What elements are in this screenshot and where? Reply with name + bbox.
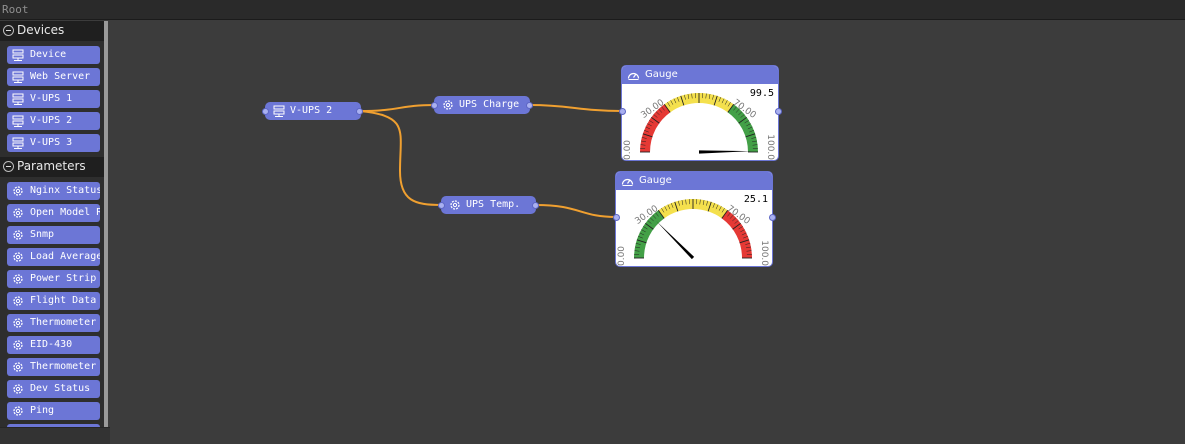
gear-icon	[12, 273, 24, 285]
gauge-scale-label: 0.00	[617, 246, 627, 266]
breadcrumb-bar: Root	[0, 0, 1185, 20]
node-vups2[interactable]: V-UPS 2	[265, 102, 361, 120]
wire-charge-gauge1	[530, 105, 622, 111]
gauge-node-charge[interactable]: Gauge99.530.0070.000.00100.00	[622, 66, 778, 160]
sidebar-parameter-item[interactable]: EID-430	[7, 336, 100, 354]
input-port[interactable]	[262, 108, 269, 115]
node-label: V-UPS 2	[290, 105, 332, 116]
gear-icon	[12, 383, 24, 395]
sidebar-device-item[interactable]: Device	[7, 46, 100, 64]
sidebar-item-label: Thermometer	[30, 361, 96, 372]
speedometer-icon	[621, 175, 634, 187]
node-ups-charge[interactable]: UPS Charge	[434, 96, 530, 114]
sidebar-device-item[interactable]: V-UPS 2	[7, 112, 100, 130]
gauge-header[interactable]: Gauge	[616, 172, 772, 190]
gauge-header[interactable]: Gauge	[622, 66, 778, 84]
gauge-scale-label: 100.00	[765, 134, 775, 160]
gauge-needle	[699, 150, 751, 153]
server-icon	[12, 71, 24, 83]
sidebar-item-label: Device	[30, 49, 66, 60]
gear-icon	[12, 361, 24, 373]
gear-icon	[449, 199, 461, 211]
sidebar-item-label: V-UPS 3	[30, 137, 72, 148]
sidebar-parameter-item[interactable]: Ping	[7, 402, 100, 420]
gauge-scale-label: 100.00	[759, 240, 769, 266]
collapse-icon[interactable]	[3, 161, 14, 172]
gear-icon	[12, 317, 24, 329]
sidebar-item-label: EID-430	[30, 339, 72, 350]
sidebar-parameter-item[interactable]: Dev Status	[7, 380, 100, 398]
gauge-title: Gauge	[645, 69, 678, 80]
sidebar-parameter-item[interactable]: Thermometer Te	[7, 314, 100, 332]
gauge-title: Gauge	[639, 175, 672, 186]
parameters-section-title: Parameters	[17, 159, 86, 173]
server-icon	[12, 49, 24, 61]
node-canvas[interactable]: V-UPS 2 UPS Charge UPS Temp. Gauge99.530…	[110, 21, 1185, 443]
gear-icon	[442, 99, 454, 111]
gear-icon	[12, 229, 24, 241]
server-icon	[12, 137, 24, 149]
gear-icon	[12, 207, 24, 219]
gauge-dial: 30.0070.000.00100.00	[616, 190, 772, 266]
output-port[interactable]	[526, 102, 533, 109]
sidebar-item-label: V-UPS 2	[30, 115, 72, 126]
output-port[interactable]	[356, 108, 363, 115]
sidebar-item-label: Thermometer Te	[30, 317, 100, 328]
node-label: UPS Charge	[459, 99, 519, 110]
gauge-output-port[interactable]	[775, 108, 782, 115]
gear-icon	[12, 185, 24, 197]
sidebar-device-item[interactable]: V-UPS 3	[7, 134, 100, 152]
sidebar-parameter-item[interactable]: Thermometer	[7, 358, 100, 376]
parameters-section-header[interactable]: Parameters	[0, 157, 106, 177]
breadcrumb[interactable]: Root	[2, 3, 29, 16]
gauge-input-port[interactable]	[619, 108, 626, 115]
sidebar: Devices Parameters Device Web Server V-UPS…	[0, 21, 108, 427]
input-port[interactable]	[431, 102, 438, 109]
gauge-needle	[656, 221, 694, 259]
sidebar-item-label: Nginx Status	[30, 185, 100, 196]
gauge-scale-label: 0.00	[623, 140, 633, 160]
sidebar-item-label: Open Model Ra	[30, 207, 100, 218]
gear-icon	[12, 339, 24, 351]
sidebar-parameter-item[interactable]: Flight Data	[7, 292, 100, 310]
gear-icon	[12, 251, 24, 263]
gauge-output-port[interactable]	[769, 214, 776, 221]
sidebar-item-label: Ping	[30, 405, 54, 416]
sidebar-parameter-item[interactable]: Nginx Status	[7, 182, 100, 200]
sidebar-item-label: Web Server	[30, 71, 90, 82]
devices-section-title: Devices	[17, 23, 64, 37]
speedometer-icon	[627, 69, 640, 81]
sidebar-parameter-item[interactable]: Open Model Ra	[7, 204, 100, 222]
server-icon	[12, 115, 24, 127]
gear-icon	[12, 405, 24, 417]
sidebar-item-label: Snmp	[30, 229, 54, 240]
sidebar-item-label: Flight Data	[30, 295, 96, 306]
collapse-icon[interactable]	[3, 25, 14, 36]
sidebar-scrollbar[interactable]	[104, 21, 108, 427]
node-label: UPS Temp.	[466, 199, 520, 210]
gauge-node-temp[interactable]: Gauge25.130.0070.000.00100.00	[616, 172, 772, 266]
gear-icon	[12, 295, 24, 307]
node-ups-temp[interactable]: UPS Temp.	[441, 196, 536, 214]
wire-vups2-charge	[360, 105, 434, 111]
wire-temp-gauge2	[536, 205, 616, 217]
sidebar-parameter-item[interactable]: Load Average	[7, 248, 100, 266]
sidebar-item-label: Load Average	[30, 251, 100, 262]
input-port[interactable]	[438, 202, 445, 209]
sidebar-item-label: V-UPS 1	[30, 93, 72, 104]
sidebar-parameter-item[interactable]: Power Strip	[7, 270, 100, 288]
sidebar-parameter-item[interactable]: Snmp	[7, 226, 100, 244]
server-icon	[12, 93, 24, 105]
gauge-dial: 30.0070.000.00100.00	[622, 84, 778, 160]
sidebar-device-item[interactable]: Web Server	[7, 68, 100, 86]
status-bar	[0, 427, 110, 444]
output-port[interactable]	[532, 202, 539, 209]
wire-vups2-temp	[360, 111, 441, 205]
server-icon	[273, 105, 285, 117]
sidebar-item-label: Dev Status	[30, 383, 90, 394]
sidebar-item-label: Power Strip	[30, 273, 96, 284]
devices-section-header[interactable]: Devices	[0, 21, 106, 41]
sidebar-device-item[interactable]: V-UPS 1	[7, 90, 100, 108]
gauge-input-port[interactable]	[613, 214, 620, 221]
